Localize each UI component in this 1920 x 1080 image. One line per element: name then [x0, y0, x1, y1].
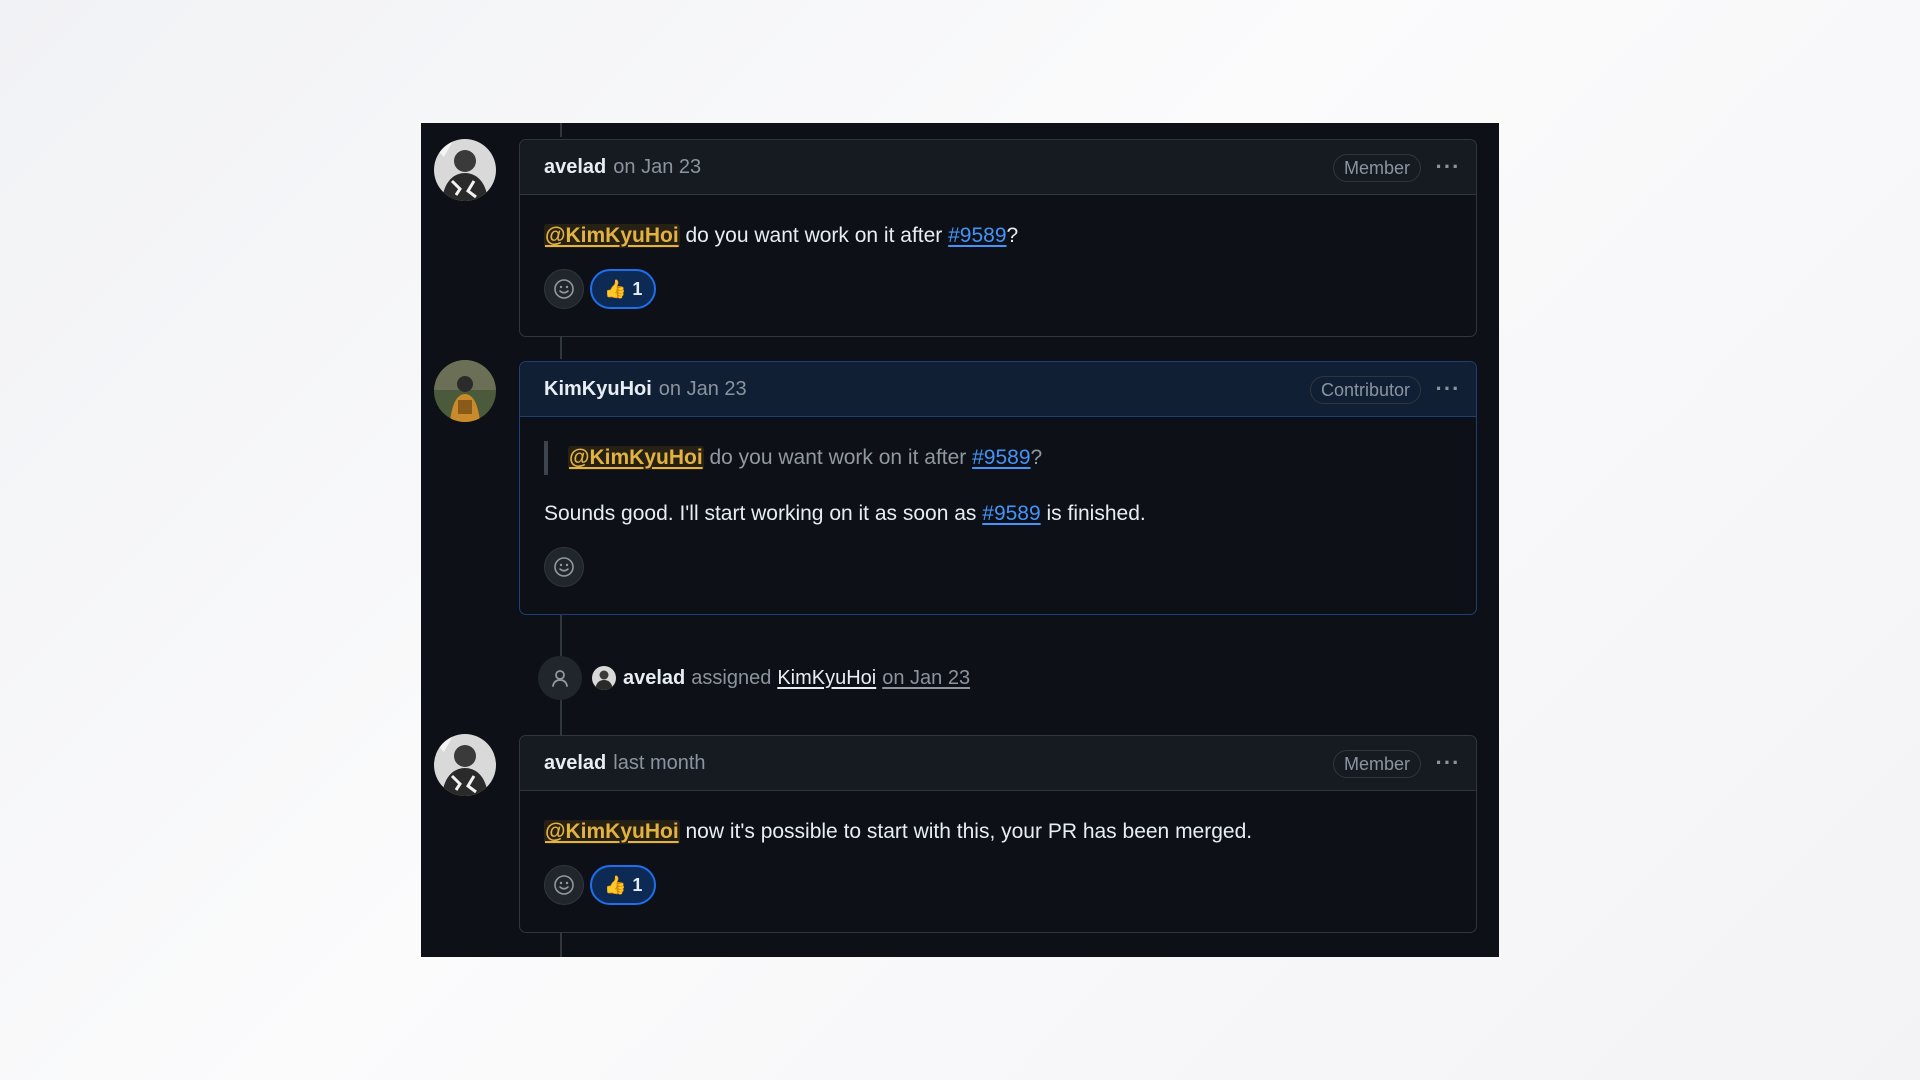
- comment-text: Sounds good. I'll start working on it as…: [544, 497, 1452, 531]
- thumbs-up-reaction-button[interactable]: 👍 1: [590, 865, 657, 905]
- blockquote: @KimKyuHoi do you want work on it after …: [544, 441, 1452, 475]
- timeline-connector: [560, 337, 562, 359]
- comment-text-segment: ?: [1006, 224, 1019, 247]
- avatar[interactable]: [434, 360, 496, 422]
- thumbs-up-reaction-button[interactable]: 👍 1: [590, 269, 657, 309]
- user-mention[interactable]: @KimKyuHoi: [568, 446, 704, 470]
- comment-header: avelad on Jan 23 Member ···: [520, 140, 1476, 195]
- comment-text-segment: do you want work on it after: [679, 224, 949, 247]
- smiley-icon: [554, 875, 574, 895]
- kebab-horizontal-icon[interactable]: ···: [1434, 153, 1462, 181]
- timeline-connector: [560, 123, 562, 137]
- comment-text-segment: now it's possible to start with this, yo…: [679, 820, 1253, 843]
- avatar[interactable]: [434, 139, 496, 201]
- comment-date[interactable]: last month: [613, 752, 705, 775]
- thumbs-up-icon: 👍: [604, 278, 627, 299]
- add-reaction-button[interactable]: [544, 547, 584, 587]
- event-date[interactable]: on Jan 23: [882, 667, 970, 690]
- comment-card: avelad on Jan 23 Member ··· @KimKyuHoi d…: [519, 139, 1477, 337]
- comment-text-segment: Sounds good. I'll start working on it as…: [544, 502, 983, 525]
- comment-author[interactable]: KimKyuHoi: [544, 378, 652, 401]
- reaction-count: 1: [632, 874, 643, 895]
- add-reaction-button[interactable]: [544, 865, 584, 905]
- user-mention[interactable]: @KimKyuHoi: [544, 224, 680, 248]
- comment-date[interactable]: on Jan 23: [613, 156, 701, 179]
- role-badge: Member: [1332, 154, 1421, 182]
- smiley-icon: [554, 279, 574, 299]
- comment-header: avelad last month Member ···: [520, 736, 1476, 791]
- issue-link[interactable]: #9589: [948, 224, 1006, 248]
- issue-timeline: avelad on Jan 23 Member ··· @KimKyuHoi d…: [421, 123, 1499, 957]
- person-icon: [538, 656, 582, 700]
- assign-event: avelad assigned KimKyuHoi on Jan 23: [538, 654, 970, 702]
- comment-body: @KimKyuHoi do you want work on it after …: [520, 195, 1476, 333]
- comment-header: KimKyuHoi on Jan 23 Contributor ···: [520, 362, 1476, 417]
- quote-text-segment: ?: [1030, 446, 1043, 469]
- comment-card: avelad last month Member ··· @KimKyuHoi …: [519, 735, 1477, 933]
- event-verb: assigned: [691, 666, 772, 689]
- timeline-connector: [560, 933, 562, 957]
- reactions-bar: 👍 1: [544, 865, 1452, 929]
- quote-text-segment: do you want work on it after: [703, 446, 973, 469]
- event-actor[interactable]: avelad: [623, 667, 685, 690]
- avatar[interactable]: [434, 734, 496, 796]
- avatar[interactable]: [592, 666, 616, 690]
- user-mention[interactable]: @KimKyuHoi: [544, 820, 680, 844]
- kebab-horizontal-icon[interactable]: ···: [1434, 375, 1462, 403]
- role-badge: Member: [1332, 750, 1421, 778]
- event-assignee[interactable]: KimKyuHoi: [777, 667, 876, 690]
- issue-link[interactable]: #9589: [972, 446, 1030, 470]
- comment-text: @KimKyuHoi do you want work on it after …: [544, 219, 1452, 253]
- comment-body: @KimKyuHoi do you want work on it after …: [520, 417, 1476, 611]
- comment-text: @KimKyuHoi now it's possible to start wi…: [544, 815, 1452, 849]
- comment-author[interactable]: avelad: [544, 156, 606, 179]
- issue-link[interactable]: #9589: [982, 502, 1040, 526]
- role-badge: Contributor: [1309, 376, 1421, 404]
- smiley-icon: [554, 557, 574, 577]
- comment-text-segment: is finished.: [1040, 502, 1146, 525]
- reactions-bar: [544, 547, 1452, 611]
- kebab-horizontal-icon[interactable]: ···: [1434, 749, 1462, 777]
- comment-author[interactable]: avelad: [544, 752, 606, 775]
- add-reaction-button[interactable]: [544, 269, 584, 309]
- reactions-bar: 👍 1: [544, 269, 1452, 333]
- comment-body: @KimKyuHoi now it's possible to start wi…: [520, 791, 1476, 929]
- comment-date[interactable]: on Jan 23: [659, 378, 747, 401]
- comment-card: KimKyuHoi on Jan 23 Contributor ··· @Kim…: [519, 361, 1477, 615]
- reaction-count: 1: [632, 278, 643, 299]
- thumbs-up-icon: 👍: [604, 874, 627, 895]
